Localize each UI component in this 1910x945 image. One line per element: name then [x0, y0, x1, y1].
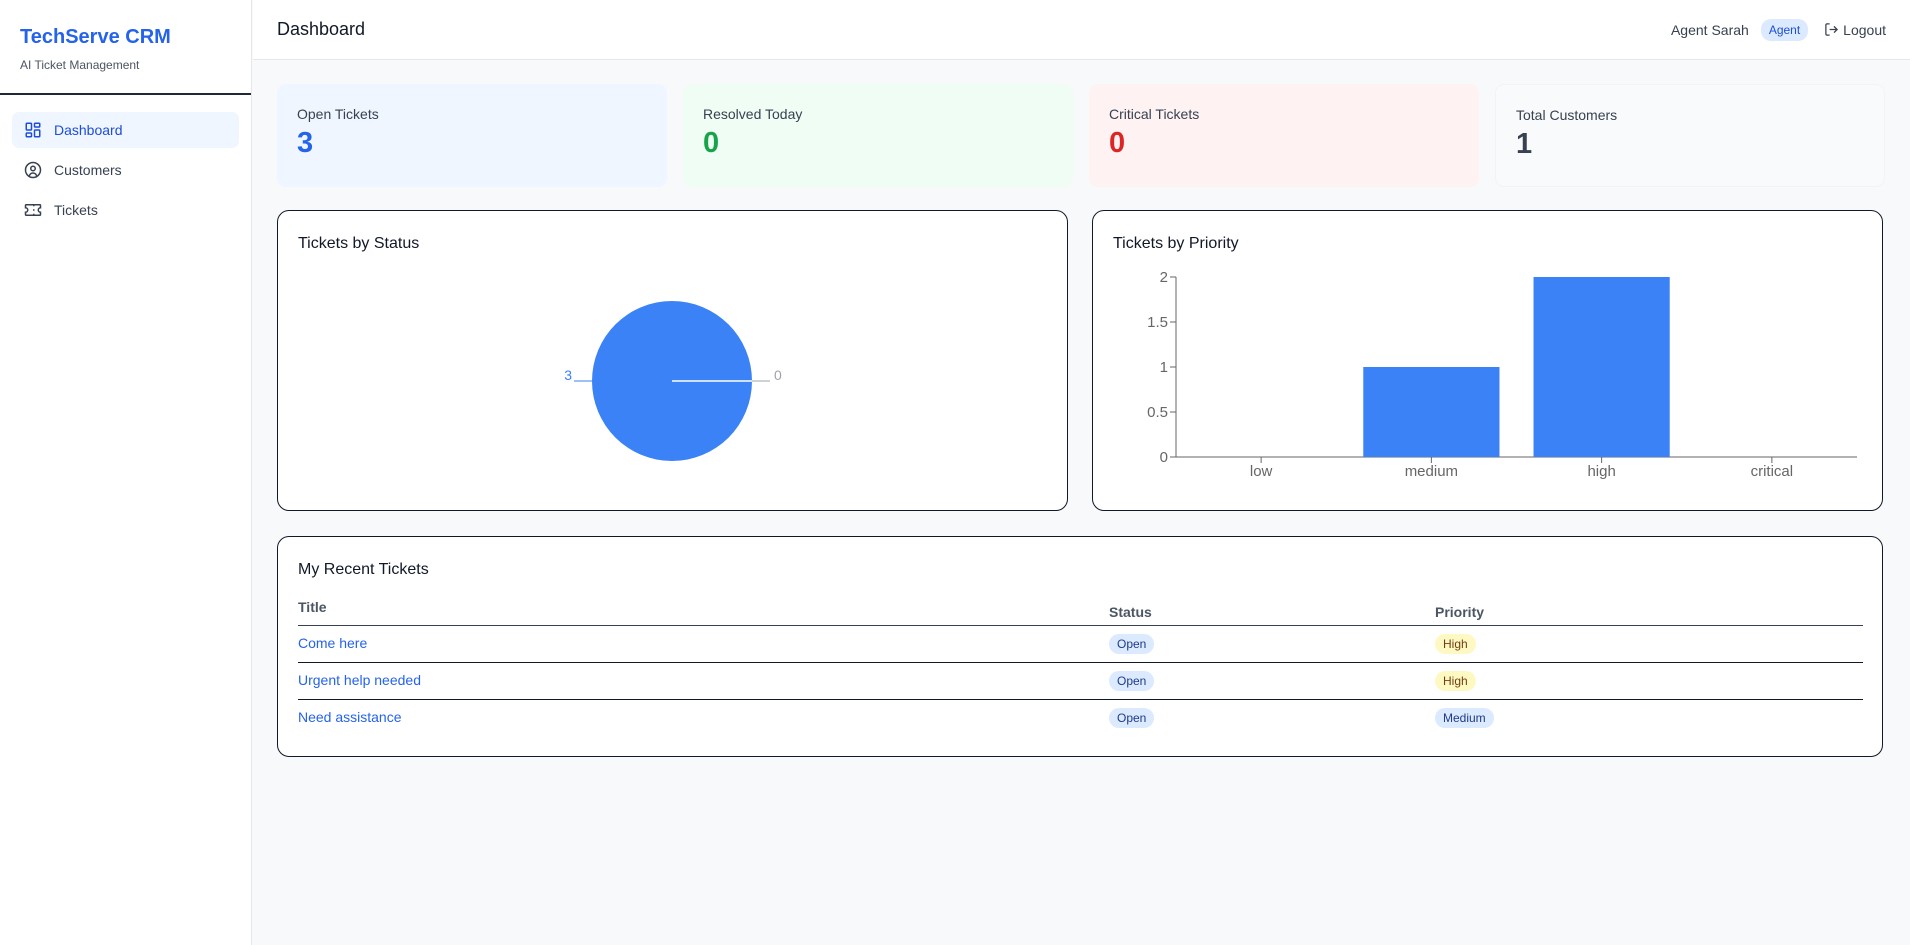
sidebar-nav: Dashboard Customers Tickets — [0, 95, 251, 249]
priority-chart-card: Tickets by Priority 0 0.5 1 1.5 2 low medium hi… — [1092, 210, 1883, 511]
recent-tickets-card: My Recent Tickets Title Status Priority … — [277, 536, 1883, 757]
page-title: Dashboard — [277, 19, 366, 39]
stat-value: 0 — [703, 127, 720, 159]
priority-badge: High — [1435, 634, 1476, 654]
bar — [1363, 367, 1500, 457]
column-header-title: Title — [298, 599, 327, 615]
priority-bar-chart: 0 0.5 1 1.5 2 low medium high critical — [1147, 269, 1857, 480]
stat-label: Critical Tickets — [1109, 106, 1200, 122]
stat-label: Total Customers — [1516, 107, 1618, 123]
x-tick-label: high — [1587, 463, 1615, 480]
y-tick-label: 1 — [1160, 359, 1168, 376]
sidebar-item-label: Customers — [54, 162, 122, 178]
stat-label: Open Tickets — [297, 106, 379, 122]
dashboard-icon — [25, 122, 41, 138]
priority-badge: High — [1435, 671, 1476, 691]
sidebar-item-label: Tickets — [54, 202, 98, 218]
sidebar-item-label: Dashboard — [54, 122, 123, 138]
stat-card-total-customers: Total Customers 1 — [1495, 84, 1885, 187]
user-area: Agent Sarah Agent Logout — [1670, 18, 1886, 41]
logout-button[interactable]: Logout — [1824, 22, 1886, 38]
stat-value: 1 — [1516, 128, 1533, 160]
stat-card-critical-tickets: Critical Tickets 0 — [1089, 84, 1479, 187]
column-header-priority: Priority — [1435, 604, 1485, 620]
ticket-title-link[interactable]: Need assistance — [298, 709, 402, 725]
stat-value: 0 — [1109, 127, 1126, 159]
stat-card-resolved-today: Resolved Today 0 — [683, 84, 1073, 187]
bar — [1533, 277, 1670, 457]
brand-title[interactable]: TechServe CRM — [20, 26, 231, 49]
column-header-status: Status — [1109, 604, 1152, 620]
y-tick-label: 1.5 — [1147, 314, 1168, 331]
priority-badge: Medium — [1435, 708, 1494, 729]
card-title: My Recent Tickets — [298, 561, 429, 578]
table-row[interactable]: Need assistance Open Medium — [298, 700, 1863, 737]
brand-subtitle: AI Ticket Management — [20, 58, 140, 72]
stat-value: 3 — [297, 127, 314, 159]
sidebar-item-customers[interactable]: Customers — [12, 152, 239, 188]
stat-card-open-tickets: Open Tickets 3 — [277, 84, 667, 187]
logout-label: Logout — [1843, 21, 1886, 38]
status-badge: Open — [1109, 708, 1155, 729]
recent-tickets-table: Title Status Priority Come here Open High U… — [298, 599, 1863, 737]
status-badge: Open — [1109, 634, 1155, 654]
stat-label: Resolved Today — [703, 106, 803, 122]
y-tick-label: 0 — [1160, 449, 1168, 466]
user-circle-icon — [24, 161, 42, 179]
sidebar-item-tickets[interactable]: Tickets — [12, 192, 239, 228]
sidebar-item-dashboard[interactable]: Dashboard — [12, 112, 239, 148]
ticket-title-link[interactable]: Come here — [298, 635, 367, 651]
role-badge: Agent — [1760, 18, 1809, 41]
sidebar: TechServe CRM AI Ticket Management Dashb… — [0, 0, 252, 945]
status-badge: Open — [1109, 671, 1155, 691]
status-pie-chart: 30 — [564, 301, 782, 461]
pie-label: 0 — [774, 367, 782, 383]
table-row[interactable]: Come here Open High — [298, 626, 1863, 663]
y-tick-label: 0.5 — [1147, 404, 1168, 421]
x-tick-label: medium — [1405, 463, 1458, 480]
pie-label: 3 — [564, 367, 572, 383]
y-tick-label: 2 — [1160, 269, 1168, 286]
ticket-icon — [24, 204, 42, 216]
user-name: Agent Sarah — [1670, 21, 1749, 38]
logout-icon — [1825, 23, 1839, 36]
top-bar: Dashboard Agent Sarah Agent Logout — [253, 0, 1910, 60]
ticket-title-link[interactable]: Urgent help needed — [298, 672, 421, 688]
status-chart-card: Tickets by Status 30 — [277, 210, 1068, 511]
x-tick-label: low — [1250, 463, 1273, 480]
x-tick-label: critical — [1751, 463, 1794, 480]
table-row[interactable]: Urgent help needed Open High — [298, 663, 1863, 700]
brand: TechServe CRM AI Ticket Management — [0, 0, 251, 95]
